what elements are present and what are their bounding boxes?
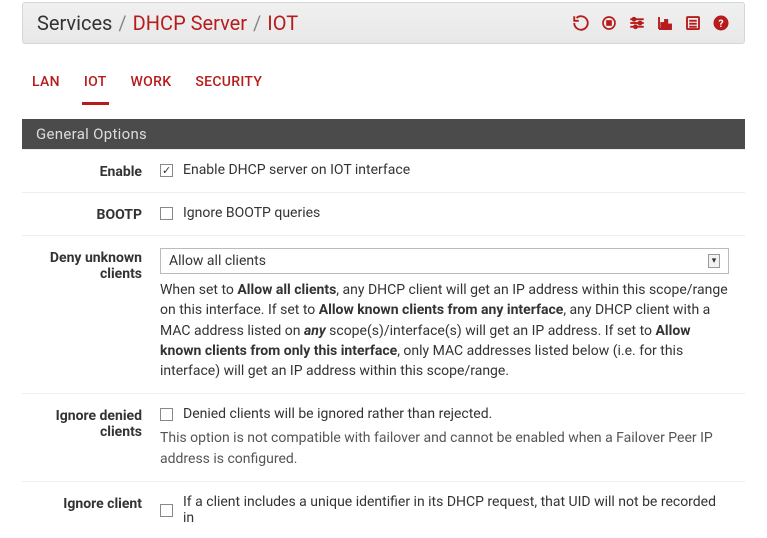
row-bootp: BOOTP Ignore BOOTP queries [22,192,745,235]
deny-help-text: When set to Allow all clients, any DHCP … [160,280,729,381]
panel-title: General Options [22,119,745,149]
checkbox-bootp[interactable] [160,207,173,220]
checkbox-enable[interactable] [160,164,173,177]
page-header: Services / DHCP Server / IOT ? [22,2,745,44]
stop-icon[interactable] [600,14,618,32]
select-deny-unknown[interactable]: Allow all clients ▾ [160,248,729,274]
breadcrumb: Services / DHCP Server / IOT [37,11,298,35]
svg-text:?: ? [718,17,723,30]
breadcrumb-sep: / [253,11,261,35]
header-toolbar: ? [572,14,730,32]
ignore-denied-text: Denied clients will be ignored rather th… [183,406,492,422]
checkbox-ignore-denied[interactable] [160,408,173,421]
tab-work[interactable]: WORK [129,68,174,105]
chevron-down-icon: ▾ [708,254,720,268]
label-ignore-client: Ignore client [30,494,142,512]
row-enable: Enable Enable DHCP server on IOT interfa… [22,149,745,192]
label-enable: Enable [30,162,142,180]
bootp-text: Ignore BOOTP queries [183,205,320,221]
breadcrumb-iot[interactable]: IOT [267,11,298,35]
checkbox-ignore-client[interactable] [160,504,173,517]
ignore-client-text: If a client includes a unique identifier… [183,494,729,526]
ignore-denied-note: This option is not compatible with failo… [160,428,729,469]
label-ignore-denied: Ignore denied clients [30,406,142,440]
select-deny-value: Allow all clients [169,253,266,269]
general-options-panel: General Options Enable Enable DHCP serve… [22,119,745,538]
sliders-icon[interactable] [628,14,646,32]
tab-security[interactable]: SECURITY [193,68,264,105]
breadcrumb-dhcp-server[interactable]: DHCP Server [133,11,247,35]
label-bootp: BOOTP [30,205,142,223]
row-deny-unknown: Deny unknown clients Allow all clients ▾… [22,235,745,393]
help-icon[interactable]: ? [712,14,730,32]
interface-tabs: LAN IOT WORK SECURITY [22,44,745,105]
tab-lan[interactable]: LAN [30,68,62,105]
breadcrumb-services[interactable]: Services [37,11,112,35]
list-icon[interactable] [684,14,702,32]
enable-text: Enable DHCP server on IOT interface [183,162,410,178]
label-deny-unknown: Deny unknown clients [30,248,142,282]
tab-iot[interactable]: IOT [82,68,109,105]
row-ignore-client: Ignore client If a client includes a uni… [22,481,745,538]
chart-icon[interactable] [656,14,674,32]
refresh-icon[interactable] [572,14,590,32]
breadcrumb-sep: / [118,11,126,35]
row-ignore-denied: Ignore denied clients Denied clients wil… [22,393,745,481]
